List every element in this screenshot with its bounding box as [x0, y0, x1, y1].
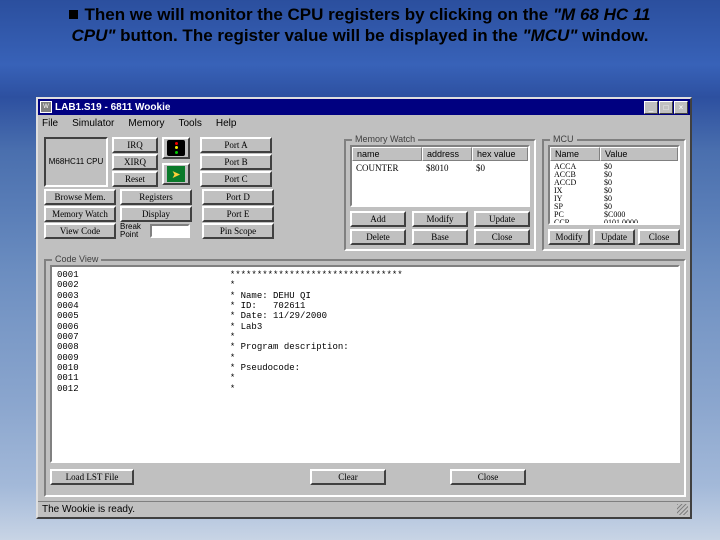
- memory-watch-list[interactable]: name address hex value COUNTER$8010$0: [350, 145, 530, 207]
- mw-update-button[interactable]: Update: [474, 211, 530, 227]
- mcu-panel: MCU Name Value ACCA$0ACCB$0ACCD$0IX$0IY$…: [542, 139, 686, 251]
- statusbar: The Wookie is ready.: [38, 501, 690, 517]
- mw-base-button[interactable]: Base: [412, 229, 468, 245]
- mw-close-button[interactable]: Close: [474, 229, 530, 245]
- mw-cell-val: $0: [476, 163, 485, 173]
- mw-modify-button[interactable]: Modify: [412, 211, 468, 227]
- mw-add-button[interactable]: Add: [350, 211, 406, 227]
- port-a-button[interactable]: Port A: [200, 137, 272, 153]
- pin-scope-button[interactable]: Pin Scope: [202, 223, 274, 239]
- slide-caption: Then we will monitor the CPU registers b…: [0, 0, 720, 53]
- caption-text-2: button. The register value will be displ…: [115, 26, 522, 45]
- mcu-row[interactable]: CCR0101 0000: [554, 219, 674, 225]
- stoplight-button[interactable]: [162, 137, 190, 159]
- menubar: File Simulator Memory Tools Help: [38, 115, 690, 131]
- mcu-modify-button[interactable]: Modify: [548, 229, 590, 245]
- breakpoint-label: Break Point: [120, 223, 148, 239]
- irq-button[interactable]: IRQ: [112, 137, 158, 153]
- app-icon[interactable]: W: [40, 101, 52, 113]
- memory-watch-panel: Memory Watch name address hex value COUN…: [344, 139, 536, 251]
- menu-memory[interactable]: Memory: [126, 118, 166, 129]
- mcu-close-button[interactable]: Close: [638, 229, 680, 245]
- mcu-row[interactable]: ACCD$0: [554, 179, 674, 187]
- menu-simulator[interactable]: Simulator: [70, 118, 116, 129]
- client-area: M68HC11 CPU IRQ XIRQ Reset ➤ Port A Port…: [38, 131, 690, 501]
- mcu-cell-name: CCR: [554, 219, 604, 225]
- runner-icon: ➤: [167, 166, 185, 182]
- maximize-button[interactable]: □: [659, 101, 673, 114]
- mcu-title: MCU: [550, 134, 577, 144]
- status-text: The Wookie is ready.: [42, 504, 135, 515]
- traffic-icon: [167, 140, 185, 156]
- memory-watch-button[interactable]: Memory Watch: [44, 206, 116, 222]
- mw-row[interactable]: COUNTER$8010$0: [356, 163, 524, 173]
- port-d-button[interactable]: Port D: [202, 189, 274, 205]
- mcu-col-value[interactable]: Value: [600, 147, 678, 161]
- port-b-button[interactable]: Port B: [200, 154, 272, 170]
- left-controls: M68HC11 CPU IRQ XIRQ Reset ➤ Port A Port…: [44, 137, 274, 239]
- mcu-row[interactable]: IX$0: [554, 187, 674, 195]
- titlebar[interactable]: W LAB1.S19 - 6811 Wookie _ □ ×: [38, 99, 690, 115]
- port-c-button[interactable]: Port C: [200, 171, 272, 187]
- bullet-icon: [69, 10, 78, 19]
- load-lst-button[interactable]: Load LST File: [50, 469, 134, 485]
- caption-em-2: "MCU": [523, 26, 578, 45]
- menu-file[interactable]: File: [40, 118, 60, 129]
- mw-col-address[interactable]: address: [422, 147, 472, 161]
- window-title: LAB1.S19 - 6811 Wookie: [55, 102, 643, 113]
- display-button[interactable]: Display: [120, 206, 192, 222]
- close-button[interactable]: ×: [674, 101, 688, 114]
- view-code-button[interactable]: View Code: [44, 223, 116, 239]
- code-view-panel: Code View 0001 *************************…: [44, 259, 686, 497]
- code-listing[interactable]: 0001 ******************************** 00…: [50, 265, 680, 463]
- mw-delete-button[interactable]: Delete: [350, 229, 406, 245]
- run-button[interactable]: ➤: [162, 163, 190, 185]
- memory-watch-header: name address hex value: [352, 147, 528, 161]
- code-clear-button[interactable]: Clear: [310, 469, 386, 485]
- resize-grip-icon[interactable]: [677, 504, 688, 515]
- memory-watch-title: Memory Watch: [352, 134, 418, 144]
- caption-text-3: window.: [577, 26, 648, 45]
- mcu-update-button[interactable]: Update: [593, 229, 635, 245]
- mcu-header: Name Value: [550, 147, 678, 161]
- port-e-button[interactable]: Port E: [202, 206, 274, 222]
- xirq-button[interactable]: XIRQ: [112, 154, 158, 170]
- code-close-button[interactable]: Close: [450, 469, 526, 485]
- menu-help[interactable]: Help: [214, 118, 239, 129]
- menu-tools[interactable]: Tools: [177, 118, 204, 129]
- mw-col-hexvalue[interactable]: hex value: [472, 147, 528, 161]
- mw-cell-name: COUNTER: [356, 163, 426, 173]
- caption-text-1: Then we will monitor the CPU registers b…: [84, 5, 553, 24]
- mcu-col-name[interactable]: Name: [550, 147, 600, 161]
- mcu-row[interactable]: IY$0: [554, 195, 674, 203]
- cpu-button[interactable]: M68HC11 CPU: [44, 137, 108, 187]
- app-window: W LAB1.S19 - 6811 Wookie _ □ × File Simu…: [36, 97, 692, 519]
- mw-cell-addr: $8010: [426, 163, 476, 173]
- breakpoint-input[interactable]: [150, 224, 190, 238]
- mcu-list[interactable]: Name Value ACCA$0ACCB$0ACCD$0IX$0IY$0SP$…: [548, 145, 680, 225]
- registers-button[interactable]: Registers: [120, 189, 192, 205]
- reset-button[interactable]: Reset: [112, 171, 158, 187]
- mw-col-name[interactable]: name: [352, 147, 422, 161]
- browse-mem-button[interactable]: Browse Mem.: [44, 189, 116, 205]
- code-view-title: Code View: [52, 254, 101, 264]
- mcu-cell-value: 0101 0000: [604, 219, 638, 225]
- minimize-button[interactable]: _: [644, 101, 658, 114]
